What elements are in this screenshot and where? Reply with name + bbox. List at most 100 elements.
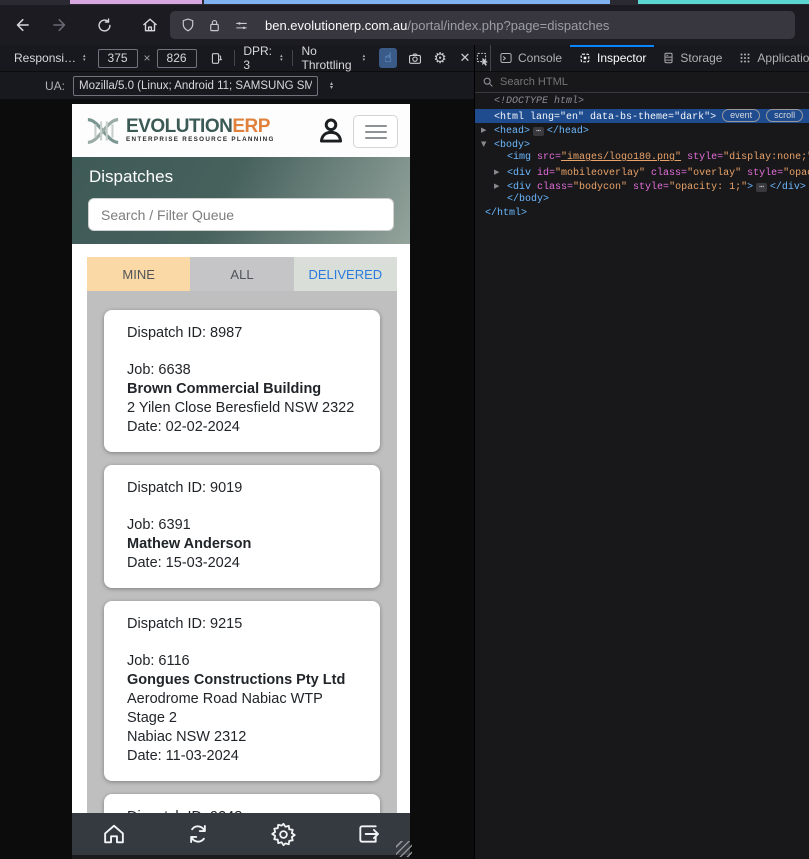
markup-line[interactable]: ▶ <head> ⋯ </head> bbox=[475, 123, 809, 137]
viewport-height-input[interactable] bbox=[156, 48, 197, 68]
markup-token-tag: <div bbox=[507, 168, 532, 179]
back-button[interactable] bbox=[6, 11, 38, 39]
markup-line[interactable]: </html> bbox=[475, 207, 809, 221]
reload-button[interactable] bbox=[88, 11, 120, 39]
screenshot-icon[interactable] bbox=[406, 48, 424, 68]
job-number: Job: 6391 bbox=[127, 517, 191, 533]
tab-delivered[interactable]: DELIVERED bbox=[293, 257, 397, 291]
tab-mine[interactable]: MINE bbox=[87, 257, 191, 291]
scroll-badge[interactable]: scroll bbox=[766, 109, 804, 122]
brand-suffix: ERP bbox=[232, 116, 270, 137]
expand-arrow-icon[interactable]: ▶ bbox=[494, 179, 507, 193]
markup-token-attr: style= bbox=[681, 152, 724, 163]
lock-icon[interactable] bbox=[207, 18, 222, 33]
tab-inspector[interactable]: Inspector bbox=[570, 45, 655, 71]
devtools-panel: Console Inspector Storage Application <!… bbox=[474, 45, 809, 859]
viewport-resize-handle[interactable] bbox=[396, 841, 412, 857]
tab-storage[interactable]: Storage bbox=[654, 45, 730, 71]
filter-queue-input[interactable] bbox=[88, 198, 394, 231]
markup-token-val: "overlay" bbox=[687, 168, 742, 179]
expand-arrow-icon[interactable]: ▶ bbox=[494, 165, 507, 179]
markup-token-tag: <img bbox=[507, 152, 532, 163]
client-name: Gongues Constructions Pty Ltd bbox=[127, 672, 346, 688]
markup-token-tag: <body> bbox=[494, 140, 531, 151]
tab-all[interactable]: ALL bbox=[190, 257, 294, 291]
address-line: Nabiac NSW 2312 bbox=[127, 729, 247, 745]
rdm-settings-gear-icon[interactable]: ⚙ bbox=[431, 48, 449, 68]
markup-line[interactable]: <img src="images/logo180.png" style="dis… bbox=[475, 151, 809, 165]
hamburger-icon bbox=[364, 124, 387, 127]
search-html-input[interactable] bbox=[500, 76, 750, 88]
pick-element-icon[interactable] bbox=[475, 45, 491, 71]
dna-helix-icon bbox=[87, 117, 119, 144]
nav-logout-icon[interactable] bbox=[355, 821, 381, 847]
account-icon[interactable] bbox=[314, 114, 348, 153]
markup-line[interactable]: </body> bbox=[475, 193, 809, 207]
markup-token-val: "bodycon" bbox=[573, 182, 628, 193]
dispatch-card[interactable]: Dispatch ID: 9215 Job: 6116 Gongues Constr… bbox=[104, 601, 380, 781]
markup-token-tag: <html bbox=[494, 112, 525, 123]
markup-token-val: "mobileoverlay" bbox=[555, 168, 646, 179]
user-agent-input[interactable] bbox=[73, 75, 319, 96]
rotate-viewport-icon[interactable] bbox=[207, 48, 225, 68]
dispatch-card[interactable]: Dispatch ID: 9019 Job: 6391 Mathew Anderso… bbox=[104, 465, 380, 588]
touch-simulation-toggle[interactable]: ☝ bbox=[379, 48, 398, 68]
dispatch-card[interactable]: Dispatch ID: 8987 Job: 6638 Brown Commerci… bbox=[104, 310, 380, 452]
viewport-bottom-strip bbox=[72, 855, 410, 859]
markup-token-vallink: "images/logo180.png" bbox=[561, 152, 682, 163]
markup-token-doctype: <!DOCTYPE html> bbox=[494, 96, 585, 107]
markup-line[interactable]: ▶ <div class="bodycon" style="opacity: 1;… bbox=[475, 179, 809, 193]
client-name: Brown Commercial Building bbox=[127, 381, 322, 397]
event-badge[interactable]: event bbox=[722, 109, 761, 122]
expand-arrow-icon[interactable]: ▶ bbox=[481, 123, 494, 137]
markup-token-val: "opacity: 1;" bbox=[669, 182, 748, 193]
markup-token-attr: src= bbox=[531, 152, 562, 163]
url-path: /portal/index.php?page=dispatches bbox=[407, 17, 610, 33]
markup-token-ell: ⋯ bbox=[533, 127, 544, 136]
nav-refresh-icon[interactable] bbox=[185, 821, 211, 847]
markup-line[interactable]: <html lang="en" data-bs-theme="dark"> eve… bbox=[475, 109, 809, 123]
markup-token-tag: </html> bbox=[485, 208, 528, 219]
job-number: Job: 6116 bbox=[127, 653, 190, 669]
markup-view: <!DOCTYPE html> <html lang="en" data-bs-t… bbox=[475, 93, 809, 221]
search-icon bbox=[483, 77, 493, 87]
markup-token-attr: lang= bbox=[524, 112, 561, 123]
throttling-selector[interactable]: No Throttling ▴ ▾ bbox=[301, 44, 365, 72]
dispatch-date: Date: 15-03-2024 bbox=[127, 555, 240, 571]
markup-token-tag: </body> bbox=[507, 194, 550, 205]
select-arrows-icon[interactable]: ▴ ▾ bbox=[330, 80, 333, 90]
permissions-icon[interactable] bbox=[233, 18, 250, 33]
dispatch-id: Dispatch ID: 8987 bbox=[127, 325, 243, 341]
brand-tagline: ENTERPRISE RESOURCE PLANNING bbox=[126, 136, 275, 143]
markup-token-val: "en" bbox=[560, 112, 585, 123]
throttling-label: No Throttling bbox=[301, 44, 352, 72]
nav-settings-gear-icon[interactable] bbox=[270, 821, 297, 848]
device-selector[interactable]: Responsi… ▴ ▾ bbox=[14, 51, 86, 65]
dpr-selector[interactable]: DPR: 3 ▴ ▾ bbox=[243, 44, 282, 72]
expand-arrow-icon[interactable]: ▼ bbox=[481, 137, 494, 151]
select-arrows-icon: ▴ ▾ bbox=[83, 53, 86, 63]
forward-button[interactable] bbox=[44, 11, 76, 39]
dispatch-card[interactable]: Dispatch ID: 9248Job: 3918 bbox=[104, 794, 380, 813]
menu-button[interactable] bbox=[353, 115, 398, 148]
dispatch-date: Date: 02-02-2024 bbox=[127, 419, 240, 435]
close-rdm-icon[interactable]: ✕ bbox=[456, 48, 474, 68]
tab-console[interactable]: Console bbox=[491, 45, 570, 71]
tab-application[interactable]: Application bbox=[730, 45, 809, 71]
tracking-shield-icon[interactable] bbox=[180, 17, 196, 33]
markup-line[interactable]: ▶ <div id="mobileoverlay" class="overlay"… bbox=[475, 165, 809, 179]
bottom-navigation bbox=[72, 813, 410, 855]
container-tab-strip-pink bbox=[70, 0, 202, 4]
home-button[interactable] bbox=[134, 11, 166, 39]
markup-line[interactable]: <!DOCTYPE html> bbox=[475, 95, 809, 109]
nav-home-icon[interactable] bbox=[101, 821, 127, 847]
markup-token-attr: style= bbox=[741, 168, 784, 179]
logo-text: EVOLUTIONERP ENTERPRISE RESOURCE PLANNIN… bbox=[126, 116, 275, 143]
mobile-viewport: EVOLUTIONERP ENTERPRISE RESOURCE PLANNIN… bbox=[72, 104, 410, 859]
dispatch-tabs: MINE ALL DELIVERED bbox=[87, 257, 397, 291]
viewport-width-input[interactable] bbox=[97, 48, 138, 68]
responsive-design-toolbar: Responsi… ▴▾ × DPR: 3 ▴▾ No Throttling ▴… bbox=[0, 44, 474, 72]
url-bar[interactable]: ben.evolutionerp.com.au/portal/index.php… bbox=[170, 11, 795, 39]
markup-line[interactable]: ▼ <body> bbox=[475, 137, 809, 151]
markup-token-ell: ⋯ bbox=[756, 183, 767, 192]
